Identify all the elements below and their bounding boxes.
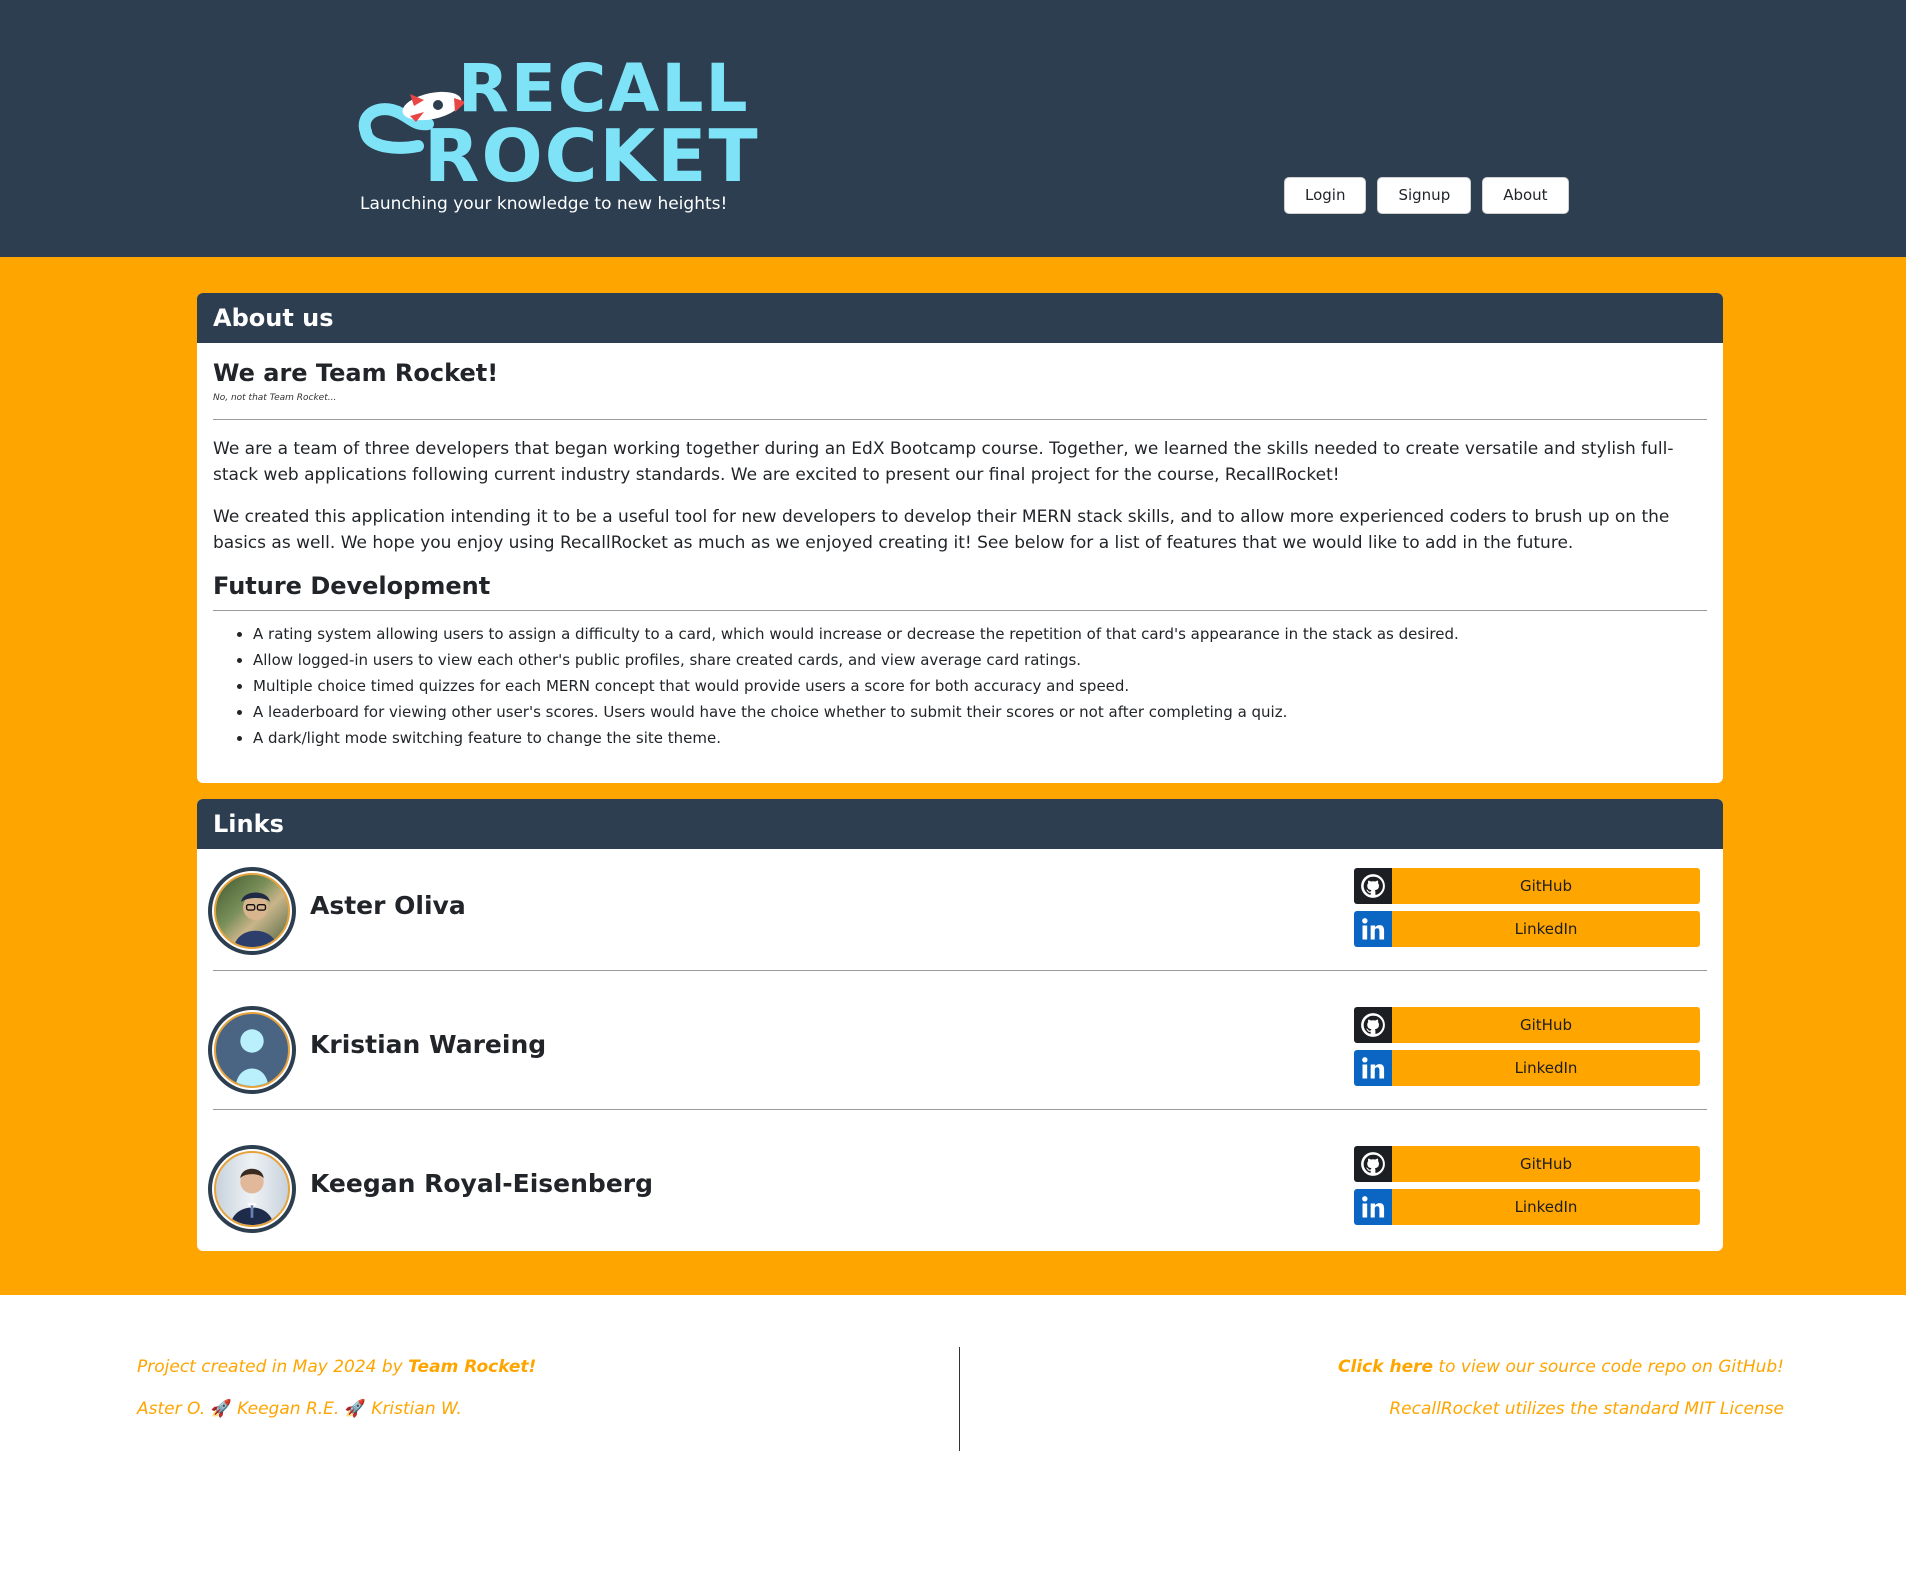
links-card: Links Aster Oliva GitHub LinkedIn Kristi… xyxy=(197,799,1723,1251)
links-card-header: Links xyxy=(197,799,1723,849)
footer-member: Keegan R.E. xyxy=(237,1399,340,1419)
linkedin-icon xyxy=(1354,1050,1392,1086)
linkedin-icon xyxy=(1354,1189,1392,1225)
site-footer: Project created in May 2024 by Team Rock… xyxy=(0,1295,1906,1579)
main-content: About us We are Team Rocket! No, not tha… xyxy=(0,257,1906,1295)
about-card-body: We are Team Rocket! No, not that Team Ro… xyxy=(197,343,1723,751)
linkedin-label: LinkedIn xyxy=(1392,1189,1700,1225)
avatar xyxy=(208,1145,296,1233)
list-item: A dark/light mode switching feature to c… xyxy=(253,725,1707,751)
avatar xyxy=(208,1006,296,1094)
linkedin-icon xyxy=(1354,911,1392,947)
about-card: About us We are Team Rocket! No, not tha… xyxy=(197,293,1723,783)
about-button[interactable]: About xyxy=(1482,177,1569,214)
linkedin-label: LinkedIn xyxy=(1392,1050,1700,1086)
linkedin-link[interactable]: LinkedIn xyxy=(1354,1189,1700,1225)
footer-repo-text: to view our source code repo on GitHub! xyxy=(1433,1357,1784,1377)
about-title: We are Team Rocket! xyxy=(213,359,499,387)
about-subtitle: No, not that Team Rocket... xyxy=(213,393,337,403)
signup-button[interactable]: Signup xyxy=(1377,177,1472,214)
main-nav: Login Signup About xyxy=(1284,177,1569,214)
about-paragraph-1: We are a team of three developers that b… xyxy=(213,439,1674,485)
list-item: A rating system allowing users to assign… xyxy=(253,621,1707,647)
github-icon xyxy=(1354,868,1392,904)
github-link[interactable]: GitHub xyxy=(1354,1146,1700,1182)
footer-license: RecallRocket utilizes the standard MIT L… xyxy=(1389,1399,1784,1419)
linkedin-link[interactable]: LinkedIn xyxy=(1354,911,1700,947)
github-link[interactable]: GitHub xyxy=(1354,868,1700,904)
github-label: GitHub xyxy=(1392,1007,1700,1043)
github-icon xyxy=(1354,1146,1392,1182)
person-keegan: Keegan Royal-Eisenberg GitHub LinkedIn xyxy=(208,1145,1707,1251)
divider xyxy=(213,1109,1707,1110)
logo-word-rocket: ROCKET xyxy=(424,114,760,198)
footer-team-name: Team Rocket! xyxy=(408,1357,537,1377)
github-label: GitHub xyxy=(1392,1146,1700,1182)
person-name: Aster Oliva xyxy=(310,891,466,920)
site-logo[interactable]: RECALL ROCKET Launching your knowledge t… xyxy=(358,54,758,220)
footer-credits: Project created in May 2024 by Team Rock… xyxy=(137,1355,536,1439)
footer-members-line: Aster O. 🚀 Keegan R.E. 🚀 Kristian W. xyxy=(137,1397,536,1439)
default-user-icon xyxy=(235,1029,269,1086)
footer-member: Kristian W. xyxy=(371,1399,462,1419)
person-name: Keegan Royal-Eisenberg xyxy=(310,1169,654,1198)
future-dev-list: A rating system allowing users to assign… xyxy=(213,621,1707,751)
future-dev-title: Future Development xyxy=(213,572,491,600)
github-icon xyxy=(1354,1007,1392,1043)
repo-link[interactable]: Click here xyxy=(1338,1357,1433,1377)
list-item: A leaderboard for viewing other user's s… xyxy=(253,699,1707,725)
person-name: Kristian Wareing xyxy=(310,1030,547,1059)
list-item: Allow logged-in users to view each other… xyxy=(253,647,1707,673)
site-header: RECALL ROCKET Launching your knowledge t… xyxy=(0,0,1906,257)
linkedin-link[interactable]: LinkedIn xyxy=(1354,1050,1700,1086)
divider xyxy=(213,419,1707,420)
footer-created-line: Project created in May 2024 by Team Rock… xyxy=(137,1355,536,1397)
github-label: GitHub xyxy=(1392,868,1700,904)
divider xyxy=(213,970,1707,971)
login-button[interactable]: Login xyxy=(1284,177,1367,214)
footer-repo-line: Click here to view our source code repo … xyxy=(1338,1355,1784,1397)
footer-repo: Click here to view our source code repo … xyxy=(1338,1355,1784,1439)
tagline: Launching your knowledge to new heights! xyxy=(360,194,728,214)
person-kristian: Kristian Wareing GitHub LinkedIn xyxy=(208,1006,1707,1118)
list-item: Multiple choice timed quizzes for each M… xyxy=(253,673,1707,699)
footer-created-text: Project created in May 2024 by xyxy=(137,1357,409,1377)
avatar-photo-icon xyxy=(230,1168,274,1225)
person-aster: Aster Oliva GitHub LinkedIn xyxy=(208,867,1707,979)
footer-divider xyxy=(959,1347,960,1451)
github-link[interactable]: GitHub xyxy=(1354,1007,1700,1043)
linkedin-label: LinkedIn xyxy=(1392,911,1700,947)
rocket-icon: 🚀 xyxy=(210,1399,232,1419)
about-paragraph-2: We created this application intending it… xyxy=(213,507,1670,553)
about-card-header: About us xyxy=(197,293,1723,343)
divider xyxy=(213,610,1707,611)
avatar xyxy=(208,867,296,955)
avatar-photo-icon xyxy=(234,892,278,947)
footer-member: Aster O. xyxy=(137,1399,206,1419)
rocket-icon: 🚀 xyxy=(344,1399,366,1419)
